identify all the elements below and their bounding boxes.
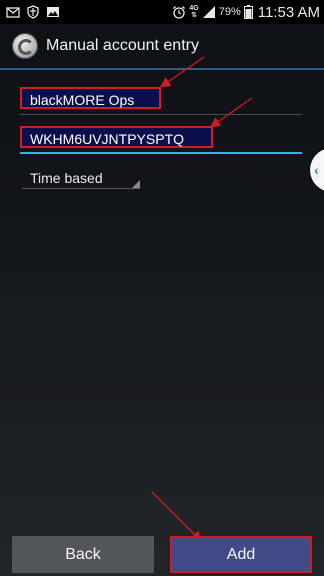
spinner-underline xyxy=(22,188,140,189)
status-bar-system: 4G ⇅ 79% 11:53 AM xyxy=(172,0,320,24)
screen: 4G ⇅ 79% 11:53 AM Manual account entry b… xyxy=(0,0,324,576)
side-drawer-tab[interactable]: ‹ xyxy=(310,148,324,192)
account-name-value[interactable]: blackMORE Ops xyxy=(20,87,161,109)
chevron-left-icon: ‹ xyxy=(314,162,319,178)
secret-key-value[interactable]: WKHM6UVJNTPYSPTQ xyxy=(20,126,213,148)
secret-key-field[interactable]: WKHM6UVJNTPYSPTQ xyxy=(20,126,302,154)
action-bar: Manual account entry xyxy=(0,24,324,68)
mail-icon xyxy=(6,5,20,19)
status-bar-notifications xyxy=(0,5,60,19)
battery-icon xyxy=(243,5,253,19)
action-bar-divider xyxy=(0,68,324,70)
shield-icon xyxy=(26,5,40,19)
network-4g-icon: 4G ⇅ xyxy=(189,5,199,19)
add-button[interactable]: Add xyxy=(170,536,312,573)
account-name-field[interactable]: blackMORE Ops xyxy=(20,87,302,115)
signal-icon xyxy=(202,5,216,19)
key-type-spinner[interactable]: Time based xyxy=(22,167,140,189)
spinner-arrow-icon xyxy=(132,180,140,188)
battery-percent: 79% xyxy=(218,6,241,18)
back-button[interactable]: Back xyxy=(12,536,154,573)
authenticator-app-icon[interactable] xyxy=(12,33,38,59)
alarm-icon xyxy=(172,5,186,19)
image-icon xyxy=(46,5,60,19)
page-title: Manual account entry xyxy=(46,37,199,54)
key-type-selected: Time based xyxy=(30,170,103,186)
account-name-underline xyxy=(20,114,302,115)
secret-key-underline xyxy=(20,152,302,154)
network-type: 4G xyxy=(189,5,199,12)
status-bar: 4G ⇅ 79% 11:53 AM xyxy=(0,0,324,24)
clock: 11:53 AM xyxy=(257,3,320,21)
annotation-arrow-add xyxy=(151,491,202,542)
